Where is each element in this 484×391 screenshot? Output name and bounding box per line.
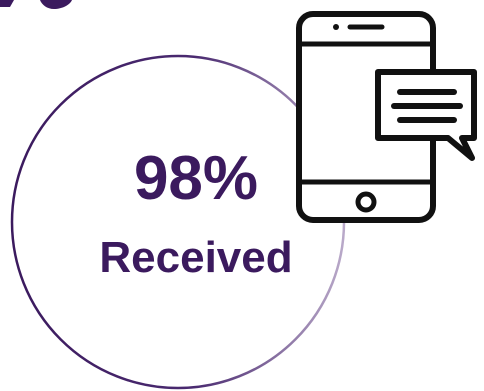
received-label: Received (99, 233, 293, 282)
smartphone-message-icon (296, 11, 477, 223)
received-percentage: 98% (133, 144, 259, 213)
infographic-panel: 98% Received (0, 0, 484, 391)
